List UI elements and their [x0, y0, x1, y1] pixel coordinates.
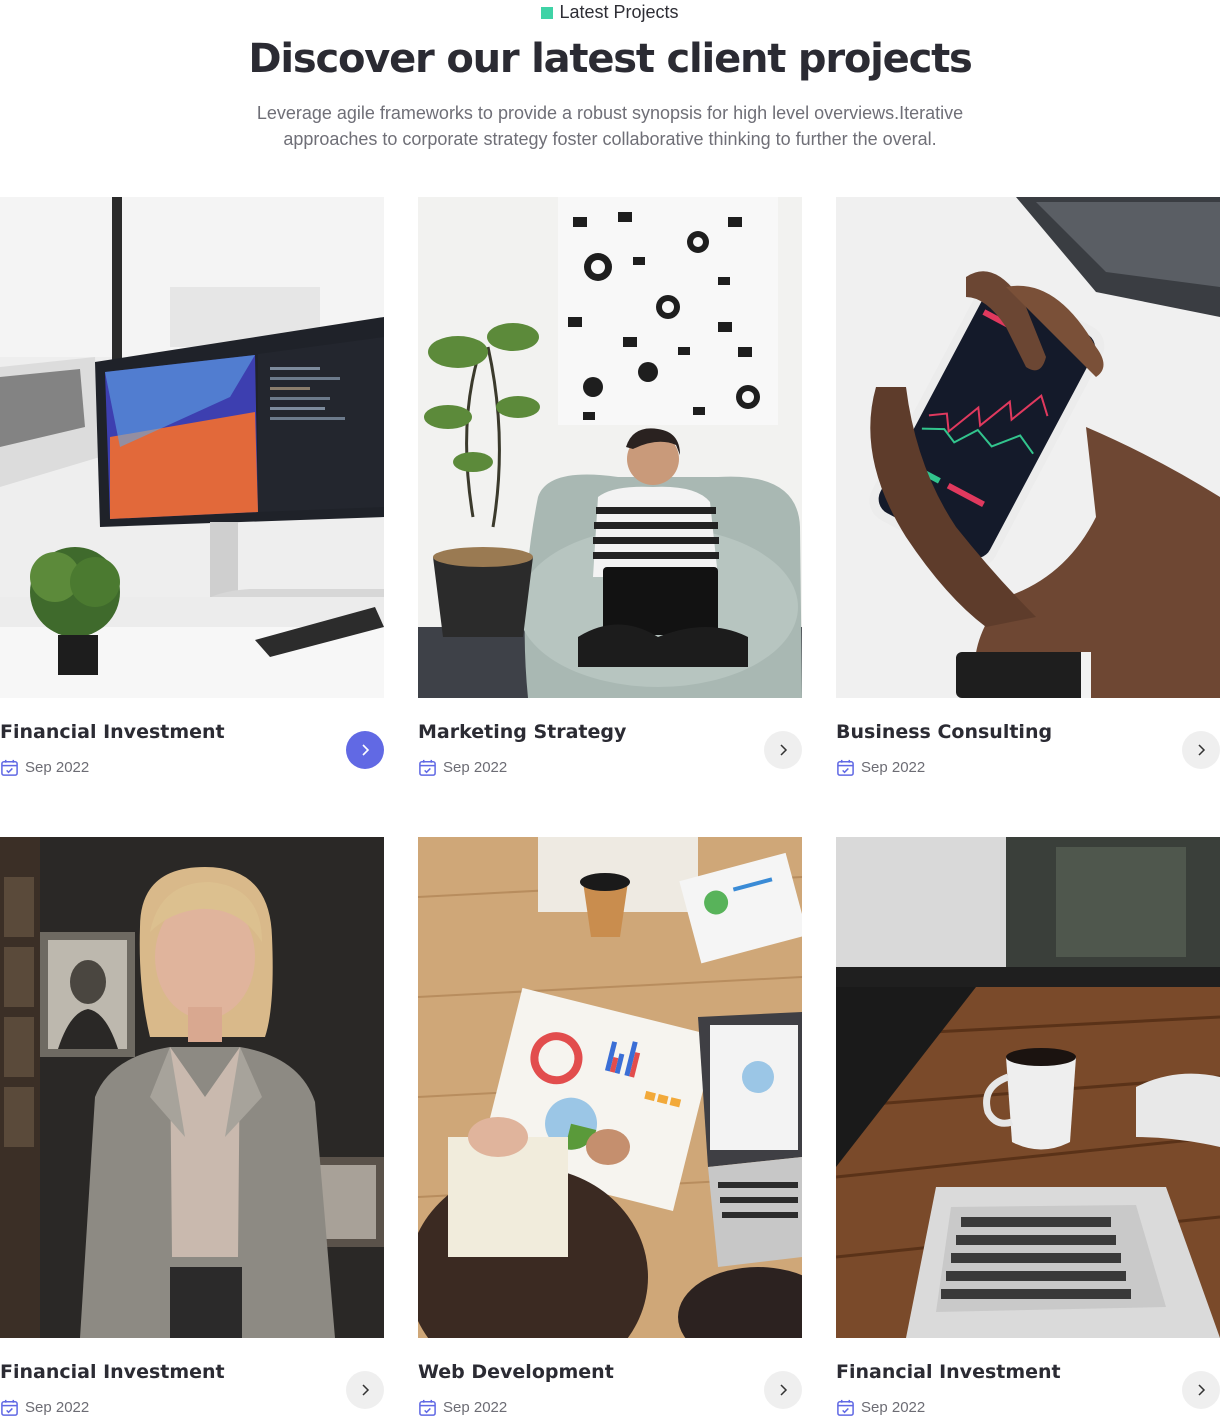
calendar-icon	[1, 759, 18, 776]
project-date: Sep 2022	[418, 1398, 507, 1417]
view-project-button[interactable]	[346, 731, 384, 769]
calendar-icon	[419, 1399, 436, 1416]
project-title[interactable]: Business Consulting	[836, 721, 1052, 743]
project-title[interactable]: Financial Investment	[0, 721, 225, 743]
view-project-button[interactable]	[346, 1371, 384, 1409]
project-image-meeting-charts-table[interactable]	[418, 837, 802, 1338]
project-date-label: Sep 2022	[443, 1399, 508, 1416]
project-title[interactable]: Financial Investment	[0, 1361, 225, 1383]
project-date: Sep 2022	[0, 1398, 89, 1417]
chevron-right-icon	[362, 744, 370, 756]
section-title: Discover our latest client projects	[248, 36, 972, 82]
view-project-button[interactable]	[764, 1371, 802, 1409]
calendar-icon	[419, 759, 436, 776]
project-date-label: Sep 2022	[861, 1399, 926, 1416]
chevron-right-icon	[780, 744, 788, 756]
project-title[interactable]: Financial Investment	[836, 1361, 1061, 1383]
project-title[interactable]: Marketing Strategy	[418, 721, 626, 743]
project-image-businesswoman-portrait[interactable]	[0, 837, 384, 1338]
chevron-right-icon	[362, 1384, 370, 1396]
project-date: Sep 2022	[418, 758, 507, 777]
project-card[interactable]: Marketing Strategy Sep 2022	[418, 197, 802, 779]
project-date-label: Sep 2022	[25, 1399, 90, 1416]
project-image-man-on-beanbag[interactable]	[418, 197, 802, 698]
project-card[interactable]: Financial Investment Sep 2022	[0, 837, 384, 1419]
calendar-icon	[837, 759, 854, 776]
eyebrow-square-icon	[541, 6, 554, 19]
view-project-button[interactable]	[1182, 1371, 1220, 1409]
project-date-label: Sep 2022	[25, 759, 90, 776]
calendar-icon	[1, 1399, 18, 1416]
eyebrow-label: Latest Projects	[559, 2, 679, 22]
view-project-button[interactable]	[764, 731, 802, 769]
project-card[interactable]: Web Development Sep 2022	[418, 837, 802, 1419]
project-date-label: Sep 2022	[861, 759, 926, 776]
project-date-label: Sep 2022	[443, 759, 508, 776]
chevron-right-icon	[1198, 1384, 1206, 1396]
project-image-monitor-desk[interactable]	[0, 197, 384, 698]
project-date: Sep 2022	[0, 758, 89, 777]
project-image-coffee-laptop-desk[interactable]	[836, 837, 1220, 1338]
project-date: Sep 2022	[836, 1398, 925, 1417]
project-date: Sep 2022	[836, 758, 925, 777]
project-card[interactable]: Financial Investment Sep 2022	[0, 197, 384, 779]
view-project-button[interactable]	[1182, 731, 1220, 769]
project-image-phone-trading-chart[interactable]	[836, 197, 1220, 698]
chevron-right-icon	[780, 1384, 788, 1396]
project-card[interactable]: Financial Investment Sep 2022	[836, 837, 1220, 1419]
project-card[interactable]: Business Consulting Sep 2022	[836, 197, 1220, 779]
chevron-right-icon	[1198, 744, 1206, 756]
section-subtitle: Leverage agile frameworks to provide a r…	[256, 103, 964, 149]
calendar-icon	[837, 1399, 854, 1416]
section-eyebrow: Latest Projects	[0, 2, 1220, 23]
project-title[interactable]: Web Development	[418, 1361, 614, 1383]
